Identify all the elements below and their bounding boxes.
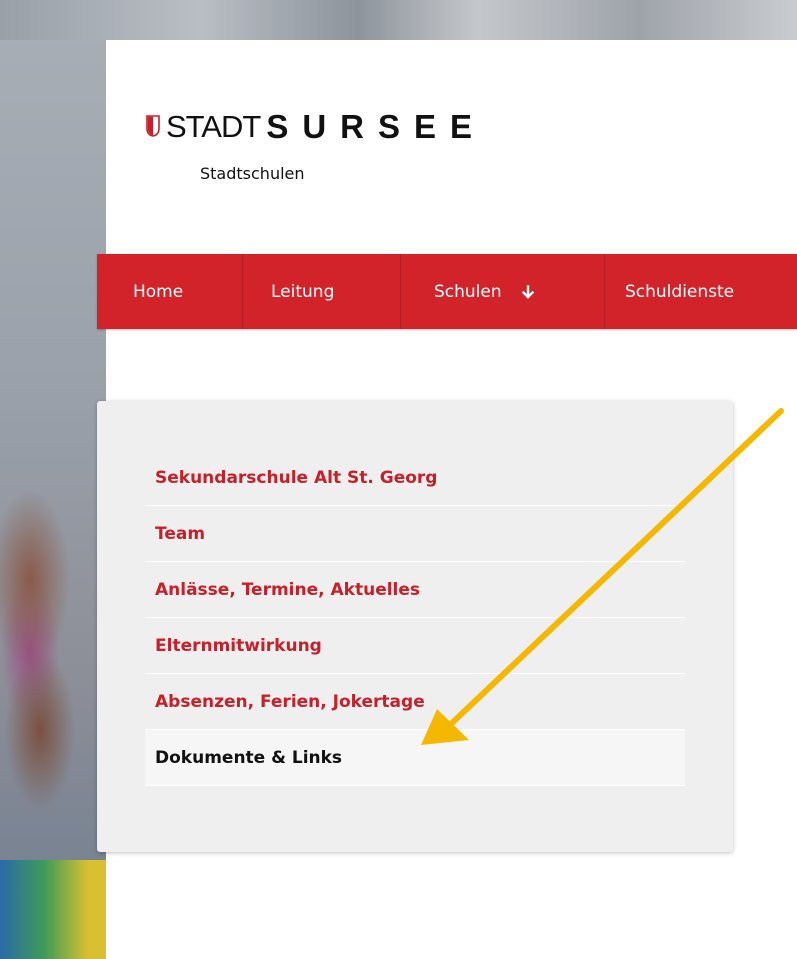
- main-navigation: Home Leitung Schulen Schuldienste: [97, 254, 797, 329]
- side-menu-item-team[interactable]: Team: [145, 506, 685, 562]
- side-menu: Sekundarschule Alt St. Georg Team Anläss…: [97, 401, 733, 852]
- nav-item-schuldienste[interactable]: Schuldienste: [605, 254, 734, 329]
- shield-icon: [146, 115, 160, 137]
- side-menu-item-elternmitwirkung[interactable]: Elternmitwirkung: [145, 618, 685, 674]
- side-menu-list: Sekundarschule Alt St. Georg Team Anläss…: [145, 450, 685, 786]
- nav-item-label: Leitung: [271, 281, 335, 302]
- nav-item-schulen[interactable]: Schulen: [401, 254, 605, 329]
- logo-stadt-text: STADT: [166, 109, 261, 144]
- background-photo-bottom: [0, 860, 110, 959]
- nav-item-label: Schuldienste: [625, 281, 735, 302]
- nav-item-label: Home: [133, 281, 184, 302]
- nav-item-label: Schulen: [434, 281, 502, 302]
- side-menu-item-absenzen[interactable]: Absenzen, Ferien, Jokertage: [145, 674, 685, 730]
- arrow-down-icon[interactable]: [521, 284, 534, 299]
- side-menu-item-dokumente[interactable]: Dokumente & Links: [145, 730, 685, 786]
- nav-item-home[interactable]: Home: [97, 254, 243, 329]
- nav-item-leitung[interactable]: Leitung: [243, 254, 401, 329]
- logo-subtitle: Stadtschulen: [200, 164, 305, 183]
- logo-sursee-text: SURSEE: [266, 108, 487, 145]
- background-photo-top: [0, 0, 797, 40]
- side-menu-item-sekundarschule[interactable]: Sekundarschule Alt St. Georg: [145, 450, 685, 506]
- site-logo[interactable]: STADT SURSEE: [146, 108, 486, 146]
- side-menu-item-anlaesse[interactable]: Anlässe, Termine, Aktuelles: [145, 562, 685, 618]
